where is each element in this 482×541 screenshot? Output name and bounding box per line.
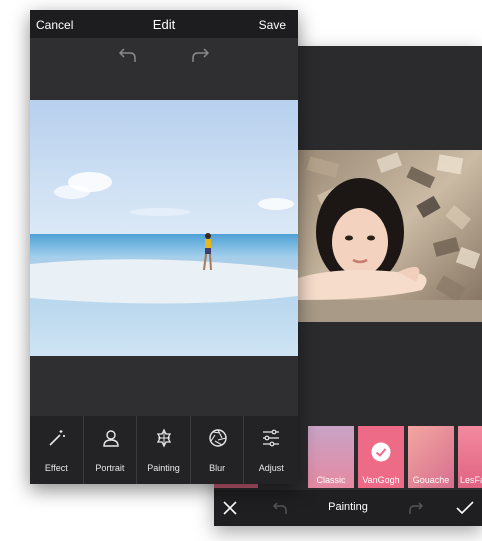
sliders-icon: [263, 429, 280, 447]
confirm-icon[interactable]: [456, 500, 474, 516]
tool-label: Effect: [44, 463, 68, 473]
painting-icon: [157, 428, 172, 448]
edit-toolbar: Effect Portrait Painting Blur Adjust: [30, 416, 298, 484]
tool-painting[interactable]: Painting: [137, 416, 191, 484]
filter-label: Gouache: [412, 475, 450, 485]
filter-tile[interactable]: LesFan: [458, 426, 482, 488]
tool-label: Painting: [147, 463, 180, 473]
filter-tile[interactable]: Gouache: [408, 426, 454, 488]
beach-photo: [30, 100, 298, 356]
filter-tile[interactable]: Classic: [308, 426, 354, 488]
tool-blur[interactable]: Blur: [191, 416, 245, 484]
save-button[interactable]: Save: [259, 18, 286, 32]
filter-label: Classic: [316, 475, 346, 485]
painting-title: Painting: [328, 501, 368, 513]
redo-icon[interactable]: [408, 501, 424, 515]
filter-label: LesFan: [460, 475, 482, 485]
filter-label: VanGogh: [362, 475, 400, 485]
magic-wand-icon: [49, 430, 65, 446]
tool-label: Portrait: [95, 463, 125, 473]
tool-portrait[interactable]: Portrait: [84, 416, 138, 484]
tool-adjust[interactable]: Adjust: [244, 416, 298, 484]
filter-tile-selected[interactable]: VanGogh: [358, 426, 404, 488]
tool-label: Blur: [209, 463, 226, 473]
tool-effect[interactable]: Effect: [30, 416, 84, 484]
tool-label: Adjust: [258, 463, 284, 473]
aperture-icon: [209, 429, 227, 447]
checkmark-icon: [371, 442, 391, 462]
painting-toolbar: Painting: [214, 490, 482, 526]
person-icon: [102, 430, 119, 447]
undo-icon[interactable]: [118, 46, 138, 64]
painted-portrait-image: [298, 150, 482, 322]
edit-header: Cancel Edit Save: [30, 10, 298, 38]
redo-icon[interactable]: [190, 46, 210, 64]
edit-screen: Cancel Edit Save Effect Portrait Paintin…: [30, 10, 298, 484]
